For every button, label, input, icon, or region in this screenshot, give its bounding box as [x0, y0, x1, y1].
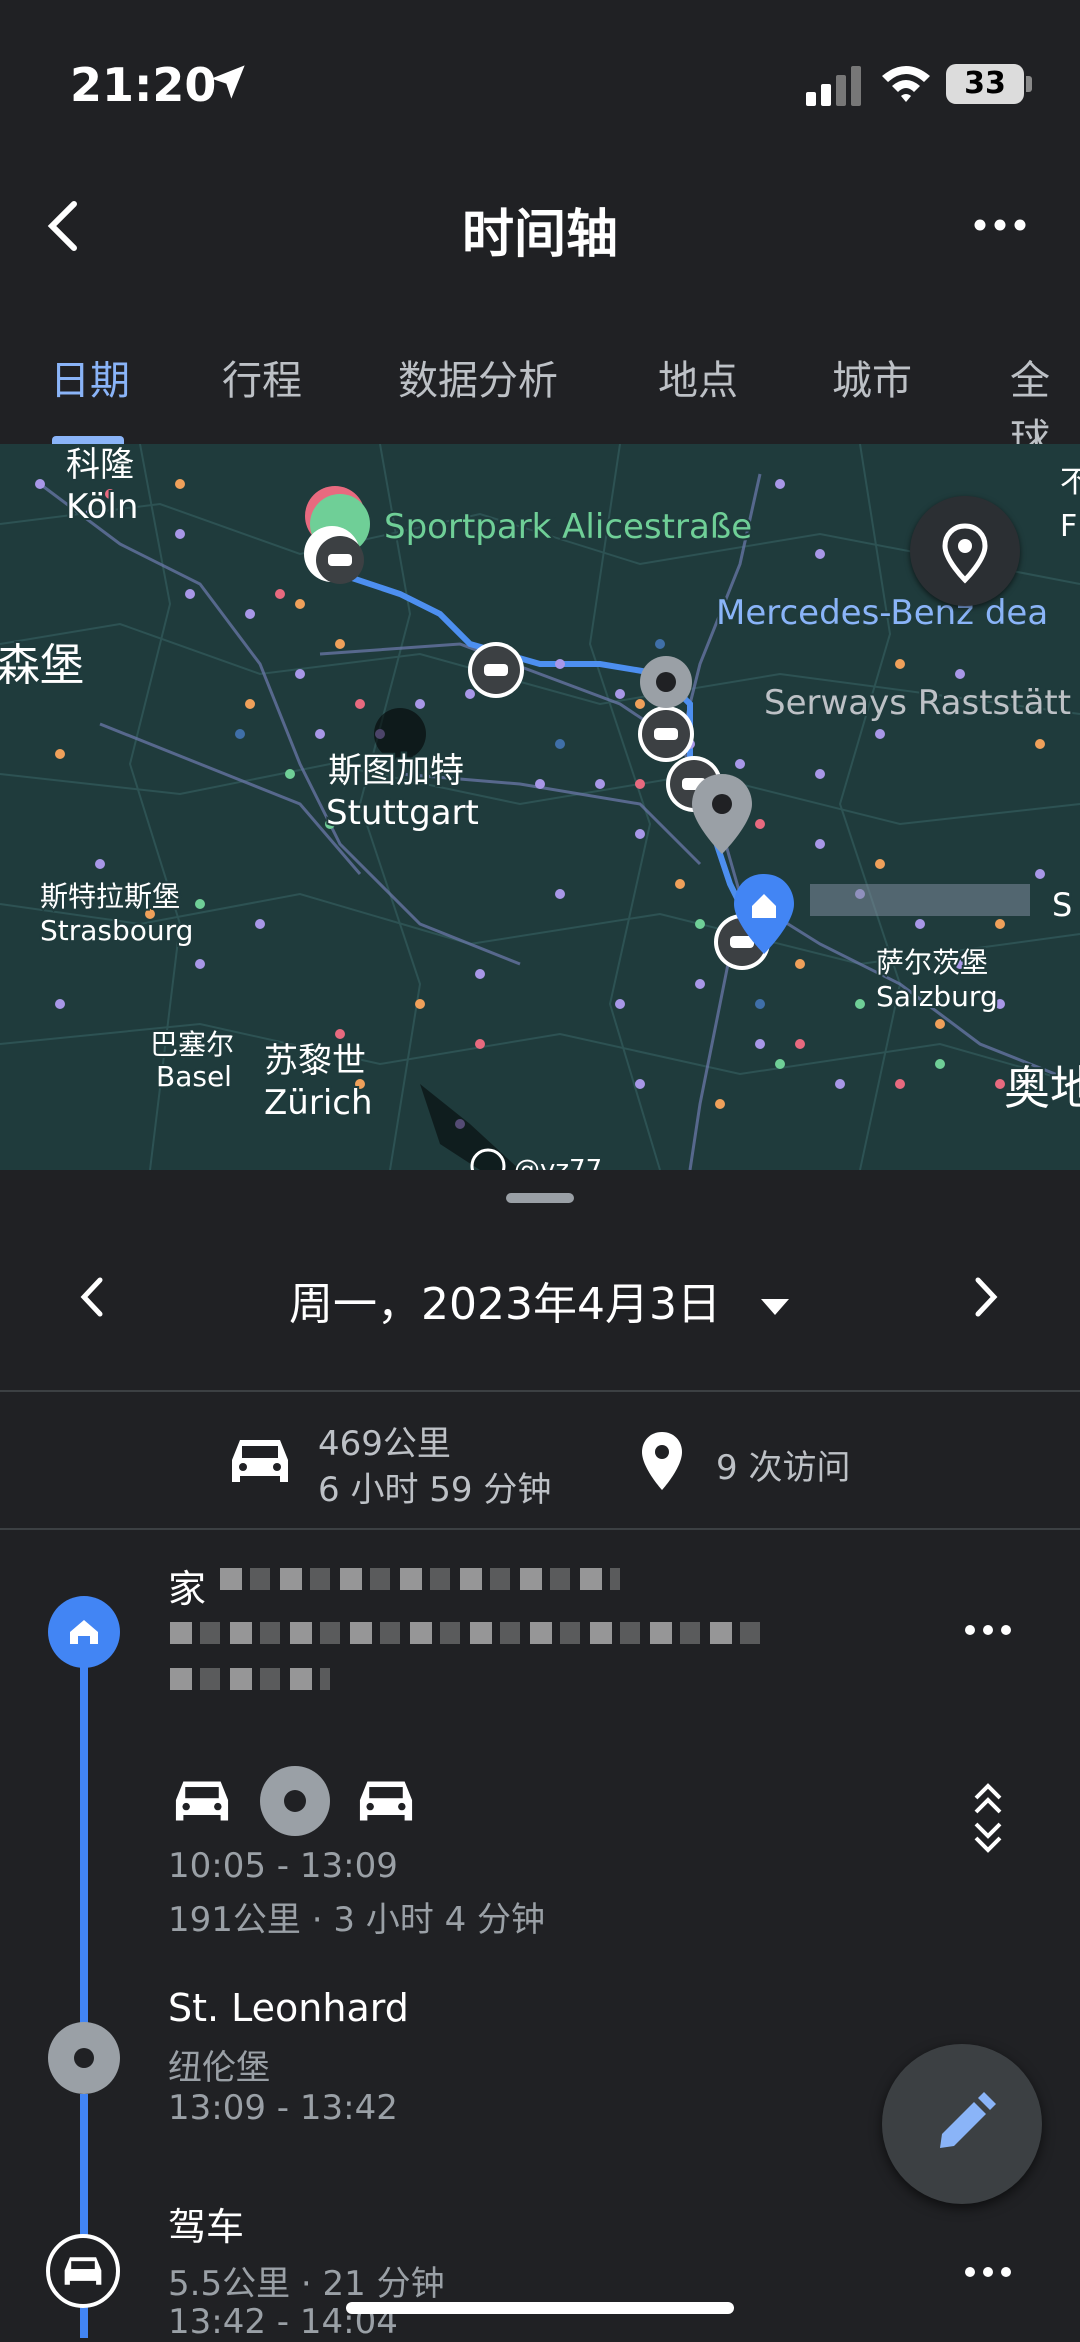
redacted-address: [170, 1622, 760, 1644]
drive-detail: 5.5公里 · 21 分钟: [168, 2264, 445, 2304]
timeline-line: [80, 1630, 88, 2050]
drive-node: [46, 2234, 120, 2308]
map-label-salzburg: Salzburg: [876, 980, 998, 1013]
date-label: 周一，2023年4月3日: [289, 1279, 721, 1330]
home-title[interactable]: 家: [168, 1558, 206, 1613]
map-label-strasbourg: Strasbourg: [40, 914, 193, 947]
status-time: 21:20: [70, 58, 217, 112]
car-icon: [232, 1440, 288, 1482]
drag-handle[interactable]: [506, 1193, 574, 1203]
map-label-koln: Köln: [66, 487, 138, 527]
more-icon[interactable]: [970, 200, 1030, 250]
car-icon: [359, 1781, 413, 1821]
home-indicator[interactable]: [346, 2302, 734, 2314]
drive-group-detail: 191公里 · 3 小时 4 分钟: [168, 1900, 546, 1940]
drive-group-time: 10:05 - 13:09: [168, 1846, 398, 1886]
map-label-edge-s: S: [1052, 886, 1072, 924]
summary-duration: 6 小时 59 分钟: [318, 1470, 552, 1510]
divider: [0, 1528, 1080, 1530]
map-label-strasbourg-cn: 斯特拉斯堡: [40, 880, 180, 913]
tab-places[interactable]: 地点: [658, 348, 738, 406]
divider: [0, 1390, 1080, 1392]
map-label-edge-right-2: F: [1060, 509, 1077, 544]
battery-indicator: 33: [946, 64, 1024, 104]
edit-icon: [940, 2092, 996, 2148]
next-day-button[interactable]: [966, 1272, 1006, 1322]
more-icon[interactable]: [960, 2262, 1020, 2282]
home-node: [48, 1596, 120, 1668]
tab-date[interactable]: 日期: [50, 348, 130, 406]
timeline-line: [80, 2094, 88, 2254]
summary-visits: 9 次访问: [716, 1448, 851, 1488]
edit-button[interactable]: [882, 2044, 1042, 2204]
map-label-edge-right-1: 不: [1060, 465, 1080, 500]
map-label-koln-cn: 科隆: [66, 445, 134, 485]
date-selector[interactable]: 周一，2023年4月3日: [0, 1268, 1080, 1332]
stop-title[interactable]: St. Leonhard: [168, 1986, 409, 2030]
map-label-stuttgart-cn: 斯图加特: [328, 751, 464, 791]
map-label-sportpark: Sportpark Alicestraße: [384, 507, 752, 547]
tab-trips[interactable]: 行程: [222, 348, 302, 406]
map-label-zurich: Zürich: [264, 1083, 373, 1123]
tab-indicator: [52, 436, 124, 444]
map-label-austria-cn: 奥地: [1004, 1061, 1080, 1115]
drive-title[interactable]: 驾车: [168, 2196, 244, 2251]
redacted-address: [170, 1668, 330, 1690]
summary-distance: 469公里: [318, 1424, 451, 1464]
map-label-zurich-cn: 苏黎世: [264, 1041, 366, 1081]
place-pin-icon: [642, 1432, 682, 1490]
chevron-down-icon: [760, 1299, 789, 1315]
tab-cities[interactable]: 城市: [832, 348, 912, 406]
expand-icon[interactable]: [970, 1780, 1006, 1854]
stop-node: [48, 2022, 120, 2094]
wifi-icon: [882, 66, 930, 102]
location-arrow-icon: [211, 65, 245, 99]
map-label-serways: Serways Raststätt: [764, 683, 1071, 723]
map-label-basel: Basel: [156, 1060, 232, 1093]
stop-icon: [260, 1766, 330, 1836]
home-icon: [70, 1620, 98, 1644]
map-pin-button[interactable]: [910, 496, 1020, 606]
tab-insights[interactable]: 数据分析: [398, 348, 558, 406]
car-icon: [175, 1781, 229, 1821]
map-label-salzburg-cn: 萨尔茨堡: [876, 946, 988, 979]
page-title: 时间轴: [461, 205, 618, 265]
signal-icon: [806, 66, 861, 106]
stop-icon: [74, 2048, 94, 2068]
map-label-stuttgart: Stuttgart: [326, 793, 479, 833]
car-icon: [64, 2257, 102, 2285]
redacted-address: [220, 1568, 620, 1590]
stop-time: 13:09 - 13:42: [168, 2088, 398, 2128]
map-pin-icon: [942, 523, 988, 584]
battery-nub: [1026, 76, 1032, 92]
map-label-basel-cn: 巴塞尔: [150, 1028, 234, 1061]
map-label-essen-cn: 森堡: [0, 640, 84, 691]
more-icon[interactable]: [960, 1620, 1020, 1640]
stop-city: 纽伦堡: [168, 2048, 270, 2088]
watermark-text: @yz77: [514, 1155, 602, 1170]
